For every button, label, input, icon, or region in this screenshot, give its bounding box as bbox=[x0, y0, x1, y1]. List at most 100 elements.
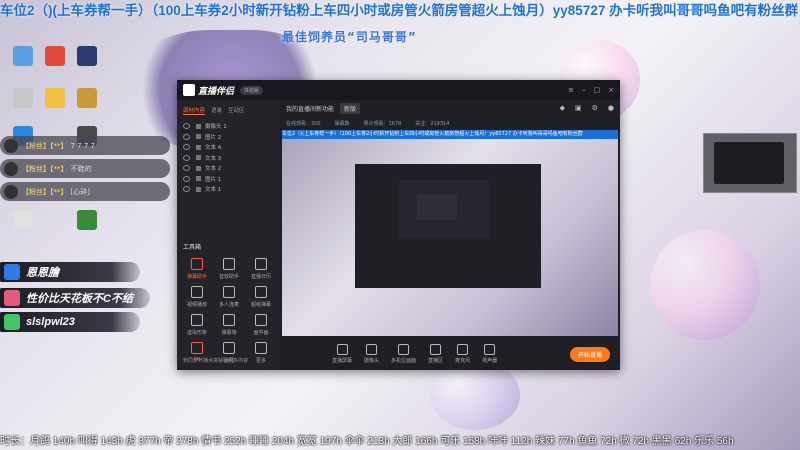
settings-icon[interactable]: ⚙ bbox=[592, 104, 598, 112]
stat-online: 在线观看：300 bbox=[286, 120, 321, 127]
desktop-icon[interactable] bbox=[38, 88, 72, 110]
pip-icon bbox=[255, 314, 267, 326]
gift-name: 恩恩膾 bbox=[26, 267, 59, 279]
desktop-icon[interactable] bbox=[70, 88, 104, 110]
chat-text: 不鞋的 bbox=[70, 164, 92, 173]
desktop-icon[interactable] bbox=[6, 210, 40, 232]
chat-panel: 【粉丝】【**】 7 7 7 7 【粉丝】【**】 不鞋的 【粉丝】【**】 [心碎] bbox=[0, 136, 170, 205]
left-panel: 源材内容 语录 互动区 摄像头 1 图片 2 文本 4 文本 3 文本 2 图片… bbox=[177, 100, 280, 370]
shop-icon[interactable]: ▣ bbox=[575, 104, 582, 112]
start-live-button[interactable]: 开始直播 bbox=[569, 347, 610, 362]
tool-avatar[interactable]: 虚拟形象 bbox=[181, 314, 213, 336]
source-list: 摄像头 1 图片 2 文本 4 文本 3 文本 2 图片 1 文本 1 bbox=[177, 121, 280, 195]
live-zone-button[interactable]: 直播区 bbox=[428, 344, 443, 364]
gift-icon[interactable]: ◆ bbox=[560, 104, 565, 112]
wallpaper-bubble bbox=[430, 360, 520, 430]
desktop-icon[interactable] bbox=[6, 88, 40, 110]
text-icon bbox=[196, 186, 201, 192]
camera-icon bbox=[366, 344, 378, 355]
video-icon bbox=[191, 286, 203, 298]
speaker-button[interactable]: 扬声器 bbox=[482, 344, 497, 364]
eye-icon[interactable] bbox=[183, 123, 190, 130]
tool-video[interactable]: 视频播放 bbox=[181, 286, 213, 308]
source-item[interactable]: 文本 1 bbox=[177, 184, 280, 195]
multi-cam-button[interactable]: 多机位画面 bbox=[391, 344, 416, 364]
tab-quotes[interactable]: 语录 bbox=[211, 106, 222, 115]
chat-message: 【粉丝】【**】 7 7 7 7 bbox=[0, 136, 170, 155]
chat-text: [心碎] bbox=[70, 187, 90, 196]
text-icon bbox=[196, 155, 201, 161]
close-icon[interactable]: × bbox=[608, 86, 614, 94]
topbar-icons: ◆ ▣ ⚙ ● bbox=[560, 104, 614, 112]
chat-text: 7 7 7 7 bbox=[70, 141, 96, 150]
danmaku-icon bbox=[255, 286, 267, 298]
heart-icon bbox=[4, 290, 20, 306]
pk-icon bbox=[191, 342, 203, 354]
eye-icon[interactable] bbox=[183, 133, 190, 140]
menu-icon[interactable]: ≡ bbox=[568, 86, 574, 94]
source-item[interactable]: 文本 2 bbox=[177, 163, 280, 174]
tool-super-danmaku[interactable]: 超级弹幕 bbox=[245, 286, 277, 308]
source-item[interactable]: 文本 4 bbox=[177, 142, 280, 153]
screen-button[interactable]: 直播屏幕 bbox=[332, 344, 352, 364]
maximize-icon[interactable]: □ bbox=[594, 86, 601, 94]
tab-interact[interactable]: 互动区 bbox=[228, 106, 245, 115]
image-icon bbox=[196, 134, 201, 140]
camera-overlay bbox=[703, 133, 797, 193]
tool-danmaku[interactable]: 弹幕助手 bbox=[181, 258, 213, 280]
tab-materials[interactable]: 源材内容 bbox=[183, 106, 206, 115]
eye-icon[interactable] bbox=[183, 186, 190, 193]
toolbox-title: 工具箱 bbox=[183, 244, 202, 251]
recursive-preview-2 bbox=[399, 180, 489, 238]
toolbox-grid: 弹幕助手 音效助手 直播日历 视频播放 多人连麦 超级弹幕 虚拟形象 弹幕墙 画… bbox=[181, 258, 277, 364]
tool-multi-mic[interactable]: 多人连麦 bbox=[213, 286, 245, 308]
window-controls: ≡ – □ × bbox=[568, 86, 614, 94]
eye-icon[interactable] bbox=[183, 154, 190, 161]
source-item[interactable]: 图片 1 bbox=[177, 174, 280, 185]
mic-button[interactable]: 麦克风 bbox=[455, 344, 470, 364]
source-item[interactable]: 文本 3 bbox=[177, 153, 280, 164]
chat-message: 【粉丝】【**】 不鞋的 bbox=[0, 159, 170, 178]
play-icon bbox=[430, 344, 442, 355]
eye-icon[interactable] bbox=[183, 144, 190, 151]
eye-icon[interactable] bbox=[183, 165, 190, 172]
tool-pip[interactable]: 画中画 bbox=[245, 314, 277, 336]
preview-topbar: 我的直播间新功能 新版 ◆ ▣ ⚙ ● bbox=[280, 100, 620, 116]
desktop-icon[interactable] bbox=[70, 210, 104, 232]
avatar bbox=[4, 161, 18, 176]
speaker-icon bbox=[484, 344, 496, 355]
chat-user: 【粉丝】【**】 bbox=[22, 141, 68, 150]
tool-calendar[interactable]: 直播日历 bbox=[245, 258, 277, 280]
left-footer[interactable]: 到同步开播点将获取更多内容 bbox=[183, 357, 248, 364]
bottom-ticker: 时长：月鸽 140h 叫得 143h 虎 377h 帝 278h 情书 252h… bbox=[0, 436, 734, 447]
desktop-icon[interactable] bbox=[38, 46, 72, 68]
recursive-preview-3 bbox=[417, 194, 457, 220]
source-item[interactable]: 图片 2 bbox=[177, 132, 280, 143]
version-badge[interactable]: 体验版 bbox=[240, 85, 264, 95]
desktop-icon[interactable] bbox=[70, 46, 104, 68]
eye-icon[interactable] bbox=[183, 175, 190, 182]
camera-button[interactable]: 摄像头 bbox=[364, 344, 379, 364]
source-item[interactable]: 摄像头 1 bbox=[177, 121, 280, 132]
chat-message: 【粉丝】【**】 [心碎] bbox=[0, 182, 170, 201]
more-icon bbox=[255, 342, 267, 354]
stat-danmaku: 弹幕数 bbox=[334, 120, 350, 127]
text-icon bbox=[196, 144, 201, 150]
stream-preview[interactable]: 车位2（)(上车券帮一手）（100上车券2小时新开钻粉上车四小时或房管火箭房管超… bbox=[282, 130, 618, 336]
gift-icon bbox=[4, 264, 20, 280]
desktop-icon[interactable] bbox=[6, 46, 40, 68]
new-version-button[interactable]: 新版 bbox=[340, 102, 361, 114]
tool-danmaku-wall[interactable]: 弹幕墙 bbox=[213, 314, 245, 336]
tool-more[interactable]: 更多 bbox=[245, 342, 277, 364]
user-icon[interactable]: ● bbox=[608, 104, 614, 112]
gift-banner: slslpwl23 bbox=[0, 312, 140, 332]
recursive-preview bbox=[355, 164, 541, 288]
stat-follow: 关注：219314 bbox=[415, 120, 450, 127]
tool-sound[interactable]: 音效助手 bbox=[213, 258, 245, 280]
wallpaper-bubble bbox=[650, 230, 760, 340]
left-tabs: 源材内容 语录 互动区 bbox=[177, 100, 280, 117]
preview-area: 我的直播间新功能 新版 ◆ ▣ ⚙ ● 在线观看：300 弹幕数 累计观看：16… bbox=[280, 100, 620, 370]
minimize-icon[interactable]: – bbox=[582, 86, 586, 94]
stats-bar: 在线观看：300 弹幕数 累计观看：1678 关注：219314 bbox=[280, 116, 620, 130]
sub-banner: 最佳饲养员“司马哥哥” bbox=[282, 30, 417, 44]
